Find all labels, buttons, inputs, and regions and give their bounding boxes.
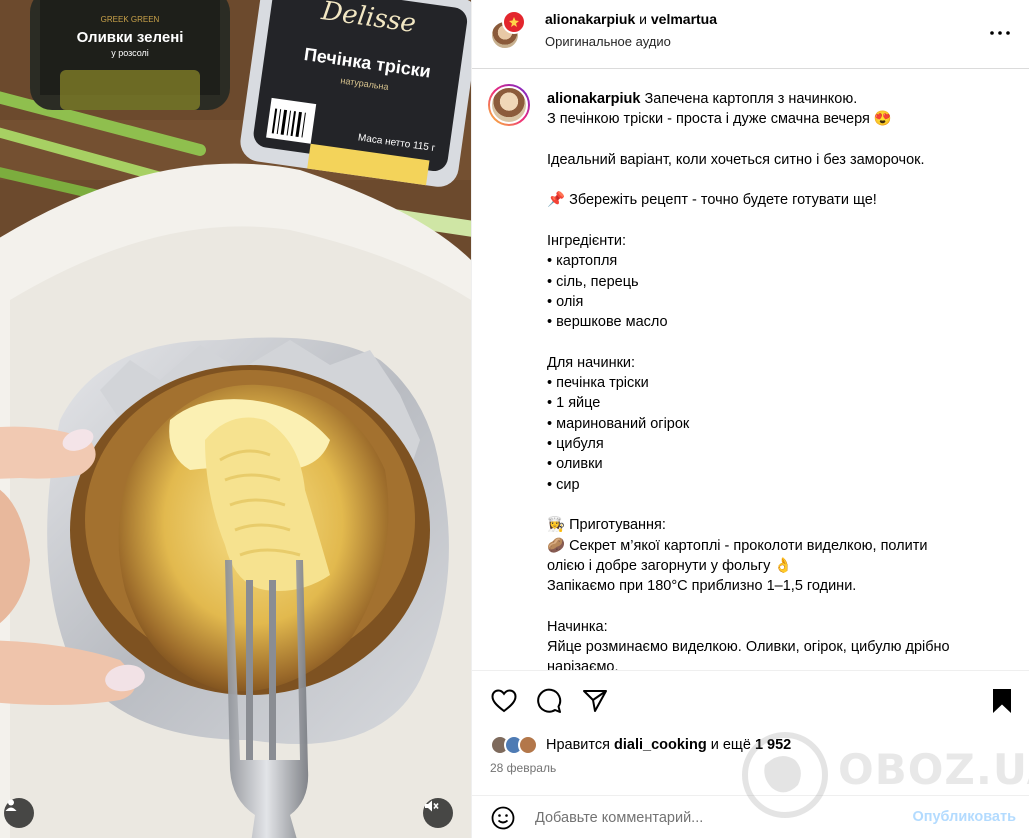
save-button[interactable] xyxy=(988,687,1016,715)
caption-line: 👩‍🍳 Приготування: xyxy=(547,517,666,534)
likes-suffix: и ещё xyxy=(710,737,751,753)
caption-text: alionakarpiuk Запечена картопля з начинк… xyxy=(547,89,987,670)
caption-line: • маринований огірок xyxy=(547,415,690,432)
caption-line: • сир xyxy=(547,476,580,493)
avatar-secondary xyxy=(502,10,526,34)
likes-prefix: Нравится xyxy=(546,737,610,753)
paper-plane-icon xyxy=(583,690,607,712)
heart-icon xyxy=(491,689,517,713)
caption-line: Інгредієнти: xyxy=(547,233,626,250)
like-button[interactable] xyxy=(490,687,518,715)
caption-line: олією і добре загорнути у фольгу 👌 xyxy=(547,557,793,574)
jar-label: Оливки зелені xyxy=(77,29,184,46)
comment-bubble-icon xyxy=(537,688,562,713)
caption-line: • цибуля xyxy=(547,436,604,453)
collab-usernames: alionakarpiuk и velmartua xyxy=(545,11,717,27)
caption-line: • сіль, перець xyxy=(547,273,639,290)
share-button[interactable] xyxy=(581,687,609,715)
caption-line: нарізаємо. xyxy=(547,659,619,670)
more-dots-icon xyxy=(990,31,1010,35)
header-username-1[interactable]: alionakarpiuk xyxy=(545,11,635,27)
caption-line xyxy=(547,333,987,353)
original-audio-link[interactable]: Оригинальное аудио xyxy=(545,34,671,49)
caption-line: Ідеальний варіант, коли хочеться ситно і… xyxy=(547,151,925,168)
caption-line: • вершкове масло xyxy=(547,314,668,331)
post-media[interactable]: GREEK GREEN Оливки зелені у розсолі Deli… xyxy=(0,0,471,838)
more-options-button[interactable] xyxy=(988,21,1012,45)
caption-line xyxy=(547,130,987,150)
header-and: и xyxy=(639,11,647,27)
post-side-panel: alionakarpiuk и velmartua Оригинальное а… xyxy=(471,0,1029,838)
tagged-users-button[interactable] xyxy=(4,798,34,828)
caption-line: З печінкою тріски - проста і дуже смачна… xyxy=(547,111,892,128)
header-username-2[interactable]: velmartua xyxy=(651,11,717,27)
caption-line: Начинка: xyxy=(547,618,608,635)
caption-username[interactable]: alionakarpiuk xyxy=(547,91,640,107)
publish-button[interactable]: Опубликовать xyxy=(912,809,1016,825)
user-icon xyxy=(5,799,17,811)
caption-area[interactable]: alionakarpiuk Запечена картопля з начинк… xyxy=(472,70,1029,670)
post-date[interactable]: 28 февраль xyxy=(490,761,556,775)
comment-bar: Опубликовать xyxy=(472,795,1029,838)
caption-line: • оливки xyxy=(547,456,603,473)
muted-speaker-icon xyxy=(425,800,439,812)
caption-line xyxy=(547,170,987,190)
liker-username[interactable]: diali_cooking xyxy=(614,737,707,753)
brand-logo-icon xyxy=(509,17,519,27)
liker-avatar xyxy=(518,735,538,755)
jar-sub-label: у розсолі xyxy=(111,48,149,58)
post-header: alionakarpiuk и velmartua Оригинальное а… xyxy=(472,0,1029,69)
caption-line xyxy=(547,495,987,515)
caption-line: • 1 яйце xyxy=(547,395,601,412)
caption-line xyxy=(547,211,987,231)
caption-line: • печінка тріски xyxy=(547,375,649,392)
jar-brand-line: GREEK GREEN xyxy=(101,15,160,24)
smiley-icon xyxy=(491,806,515,830)
comment-input[interactable] xyxy=(535,806,895,830)
mute-button[interactable] xyxy=(423,798,453,828)
comment-button[interactable] xyxy=(535,687,563,715)
caption-line: Яйце розминаємо виделкою. Оливки, огірок… xyxy=(547,639,950,656)
caption-line: Для начинки: xyxy=(547,354,636,371)
caption-line: 📌 Збережіть рецепт - точно будете готува… xyxy=(547,192,877,209)
avatar xyxy=(490,86,528,124)
caption-line: alionakarpiuk Запечена картопля з начинк… xyxy=(547,89,987,109)
emoji-picker-button[interactable] xyxy=(490,805,516,831)
caption-line: • картопля xyxy=(547,253,618,270)
collab-avatars[interactable] xyxy=(490,10,526,50)
bookmark-filled-icon xyxy=(993,689,1011,713)
likes-text: Нравится diali_cooking и ещё 1 952 xyxy=(546,737,791,753)
caption-line: Запікаємо при 180°C приблизно 1–1,5 годи… xyxy=(547,578,857,595)
caption-line xyxy=(547,596,987,616)
likes-summary[interactable]: Нравится diali_cooking и ещё 1 952 xyxy=(490,733,791,757)
caption-avatar[interactable] xyxy=(488,84,530,126)
caption-line: 🥔 Секрет м’якої картоплі - проколоти вид… xyxy=(547,537,928,554)
caption-line: • олія xyxy=(547,293,584,310)
baked-potato-photo: GREEK GREEN Оливки зелені у розсолі Deli… xyxy=(0,0,471,838)
post-actions: Нравится diali_cooking и ещё 1 952 28 фе… xyxy=(472,670,1029,794)
likes-count[interactable]: 1 952 xyxy=(755,737,791,753)
caption-line-text: Запечена картопля з начинкою. xyxy=(644,91,858,107)
